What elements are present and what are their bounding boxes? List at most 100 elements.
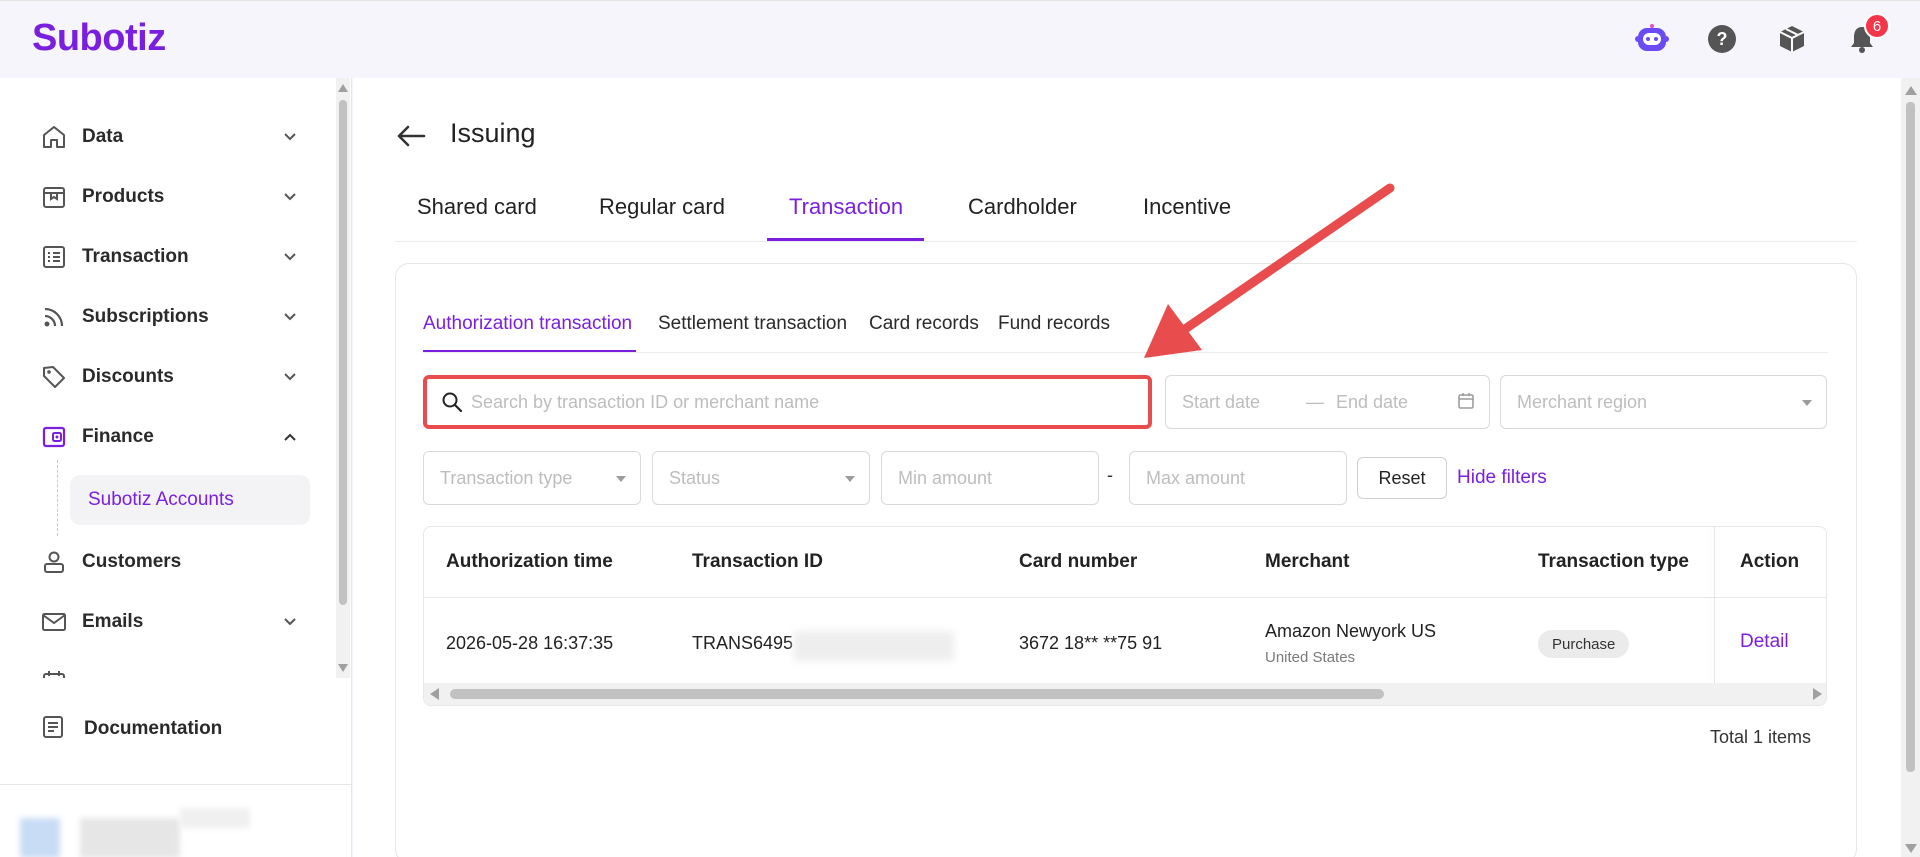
subtab-fund-records[interactable]: Fund records (998, 313, 1110, 335)
max-amount-input[interactable]: Max amount (1129, 451, 1347, 505)
sidebar-subitem-subotiz-accounts[interactable]: Subotiz Accounts (70, 475, 310, 525)
cell-merchant-region: United States (1265, 649, 1356, 666)
sidebar-item-cutoff[interactable] (40, 662, 300, 678)
status-select[interactable]: Status (652, 451, 870, 505)
page-title: Issuing (450, 118, 536, 148)
sidebar-item-discounts[interactable]: Discounts (40, 357, 300, 397)
subtab-settlement-transaction[interactable]: Settlement transaction (658, 313, 847, 335)
column-header-transaction-type: Transaction type (1538, 551, 1689, 572)
tab-transaction[interactable]: Transaction (789, 194, 903, 242)
tree-line (57, 460, 58, 536)
tab-incentive[interactable]: Incentive (1143, 194, 1231, 242)
user-avatar[interactable] (20, 818, 60, 857)
sidebar-item-transaction[interactable]: Transaction (40, 237, 300, 277)
assistant-bot-icon[interactable] (1634, 21, 1670, 57)
top-icons: ? 6 (1634, 13, 1890, 57)
reset-button[interactable]: Reset (1357, 457, 1447, 499)
tab-shared-card[interactable]: Shared card (417, 194, 537, 242)
sidebar: Data Products Transaction Subscriptions … (0, 78, 352, 857)
total-items: Total 1 items (1710, 727, 1812, 747)
sidebar-item-subscriptions[interactable]: Subscriptions (40, 297, 300, 337)
top-bar: Subotiz ? 6 (0, 0, 1920, 78)
package-icon[interactable] (1774, 21, 1810, 57)
transactions-table: Authorization time Transaction ID Card n… (423, 526, 1827, 706)
table-scroll-thumb[interactable] (450, 689, 1384, 699)
date-range-picker[interactable]: Start date — End date (1165, 375, 1490, 429)
sidebar-item-emails[interactable]: Emails (40, 602, 300, 642)
user-info-extra (180, 808, 250, 828)
table-header: Authorization time Transaction ID Card n… (424, 527, 1826, 598)
column-header-authorization-time: Authorization time (446, 551, 613, 572)
action-column-divider (1714, 527, 1715, 683)
chevron-down-icon (280, 612, 300, 632)
redacted-transaction-id (794, 631, 954, 661)
hide-filters-link[interactable]: Hide filters (1457, 467, 1547, 489)
svg-text:?: ? (1717, 29, 1728, 49)
amount-separator: - (1107, 465, 1113, 485)
chevron-down-icon (280, 307, 300, 327)
active-subtab-indicator (423, 350, 636, 352)
rss-icon (40, 303, 68, 331)
main-scroll-thumb[interactable] (1906, 102, 1915, 772)
chevron-down-icon (280, 247, 300, 267)
end-date-input[interactable]: End date (1336, 392, 1408, 413)
transaction-type-select[interactable]: Transaction type (423, 451, 641, 505)
cell-card-number: 3672 18** **75 91 (1019, 633, 1163, 653)
chevron-down-icon (280, 187, 300, 207)
user-icon (40, 548, 68, 576)
column-header-card-number: Card number (1019, 551, 1138, 572)
merchant-region-select[interactable]: Merchant region (1500, 375, 1827, 429)
chevron-down-icon (280, 127, 300, 147)
sidebar-scroll-thumb[interactable] (339, 100, 347, 605)
back-arrow-icon[interactable] (395, 120, 427, 152)
transaction-type-badge: Purchase (1538, 630, 1630, 658)
notification-bell-icon[interactable]: 6 (1844, 13, 1890, 57)
start-date-input[interactable]: Start date (1182, 392, 1260, 413)
search-input[interactable] (471, 391, 1121, 413)
help-icon[interactable]: ? (1704, 21, 1740, 57)
search-box[interactable] (423, 375, 1152, 429)
list-icon (40, 243, 68, 271)
chevron-up-icon (280, 427, 300, 447)
subtab-authorization-transaction[interactable]: Authorization transaction (423, 313, 632, 335)
sub-tabs: Authorization transaction Settlement tra… (423, 305, 1828, 353)
tab-regular-card[interactable]: Regular card (599, 194, 725, 242)
dropdown-caret-icon (616, 476, 626, 482)
chevron-down-icon (280, 367, 300, 387)
sidebar-item-finance[interactable]: Finance (40, 417, 300, 457)
dropdown-caret-icon (845, 476, 855, 482)
date-separator: — (1306, 391, 1324, 412)
search-icon (439, 389, 465, 415)
main-tabs: Shared card Regular card Transaction Car… (395, 180, 1857, 242)
cell-authorization-time: 2026-05-28 16:37:35 (446, 633, 614, 653)
home-icon (40, 123, 68, 151)
box-icon (40, 183, 68, 211)
sidebar-item-data[interactable]: Data (40, 117, 300, 157)
cell-transaction-id: TRANS6495 (692, 633, 794, 653)
user-info (80, 818, 180, 857)
column-header-merchant: Merchant (1265, 551, 1350, 572)
calendar-icon (1457, 392, 1475, 415)
cell-merchant-name: Amazon Newyork US (1265, 621, 1437, 641)
main-scrollbar[interactable] (1901, 78, 1920, 857)
sidebar-item-customers[interactable]: Customers (40, 542, 300, 582)
sidebar-nav: Data Products Transaction Subscriptions … (0, 78, 335, 678)
sidebar-scrollbar[interactable] (336, 78, 350, 678)
sidebar-divider (0, 784, 352, 785)
table-horizontal-scrollbar[interactable] (424, 683, 1826, 705)
column-header-transaction-id: Transaction ID (692, 551, 823, 572)
wallet-icon (40, 423, 68, 451)
detail-link[interactable]: Detail (1740, 631, 1789, 653)
mail-icon (40, 608, 68, 636)
active-tab-indicator (767, 238, 924, 241)
dropdown-caret-icon (1802, 400, 1812, 406)
sidebar-item-products[interactable]: Products (40, 177, 300, 217)
document-icon (40, 714, 66, 745)
subtab-card-records[interactable]: Card records (869, 313, 979, 335)
column-header-action: Action (1740, 551, 1800, 572)
min-amount-input[interactable]: Min amount (881, 451, 1099, 505)
calendar-icon (40, 668, 68, 678)
app-logo[interactable]: Subotiz (32, 17, 166, 60)
sidebar-item-documentation[interactable]: Documentation (40, 709, 222, 749)
tab-cardholder[interactable]: Cardholder (968, 194, 1077, 242)
